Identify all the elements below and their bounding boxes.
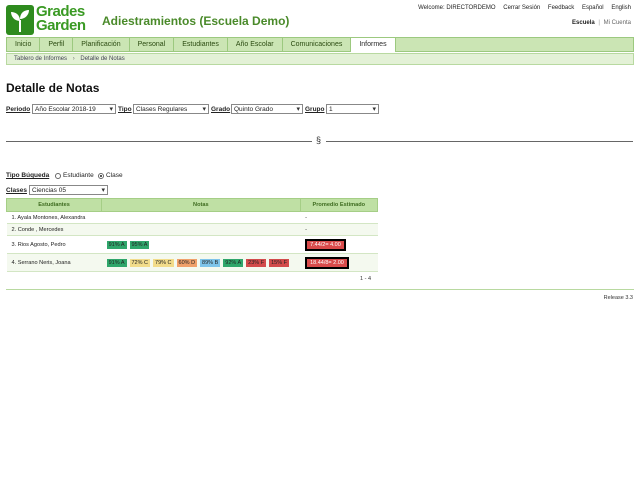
tab-personal[interactable]: Personal <box>130 38 175 51</box>
table-row: 4. Serrano Neris, Joana 91% A 72% C 79% C 60… <box>6 253 378 272</box>
tab-estudiantes[interactable]: Estudiantes <box>174 38 228 51</box>
grade-badge[interactable]: 95% A <box>129 240 150 249</box>
student-radio[interactable] <box>55 173 61 179</box>
logo-line-2: Garden <box>36 17 86 34</box>
class-label: Clases <box>6 187 27 194</box>
average-value[interactable]: 7.44/2= 4.00 <box>305 238 346 251</box>
page-title: Detalle de Notas <box>6 81 100 95</box>
grade-notes-cell <box>101 223 301 236</box>
notes-column-header: Notas <box>101 198 301 212</box>
breadcrumb-current: Detalle de Notas <box>80 56 125 62</box>
chevron-down-icon: ▾ <box>296 105 300 113</box>
table-row: 1. Ayala Montones, Alexandra - <box>6 211 378 224</box>
top-links: Welcome: DIRECTORDEMO Cerrar Sesión Feed… <box>412 5 631 11</box>
my-account-link[interactable]: Mi Cuenta <box>604 20 631 26</box>
average-cell: 7.44/2= 4.00 <box>300 235 378 254</box>
grades-garden-logo[interactable]: Grades Garden <box>6 4 96 35</box>
grado-label: Grado <box>211 106 231 113</box>
grade-badge[interactable]: 79% C <box>153 258 174 267</box>
class-radio[interactable] <box>98 173 104 179</box>
grade-badge[interactable]: 72% C <box>129 258 151 267</box>
breadcrumb-root[interactable]: Tablero de Informes <box>14 56 67 62</box>
average-value: - <box>305 226 307 233</box>
class-radio-label: Clase <box>106 172 123 179</box>
grade-badge[interactable]: 91% A <box>106 240 127 249</box>
english-link[interactable]: English <box>611 5 631 11</box>
average-value: - <box>305 214 307 221</box>
breadcrumb-separator: › <box>72 56 75 62</box>
feedback-link[interactable]: Feedback <box>548 5 574 11</box>
breadcrumb: Tablero de Informes › Detalle de Notas <box>6 53 634 65</box>
tipo-select[interactable]: Clases Regulares ▾ <box>133 104 209 114</box>
periodo-label: Periodo <box>6 106 31 113</box>
school-links-separator: | <box>598 20 600 26</box>
school-link[interactable]: Escuela <box>572 20 595 26</box>
periodo-select-value: Año Escolar 2018-19 <box>35 105 96 113</box>
toggle-filters-button[interactable]: § <box>316 135 321 145</box>
class-select[interactable]: Ciencias 05 ▾ <box>29 185 108 195</box>
school-links: Escuela | Mi Cuenta <box>572 20 631 26</box>
grades-table: Estudiantes Notas Promedio Estimado 1. A… <box>5 198 379 272</box>
grade-notes-cell: 91% A 95% A <box>101 235 301 254</box>
student-name: 3. Rios Agosto, Pedro <box>6 235 102 254</box>
grade-badge[interactable]: 23% F <box>246 258 267 267</box>
periodo-select[interactable]: Año Escolar 2018-19 ▾ <box>32 104 116 114</box>
search-type-label: Tipo Búqueda <box>6 172 50 179</box>
grupo-select[interactable]: 1 ▾ <box>326 104 379 114</box>
sprout-icon <box>6 5 34 35</box>
average-cell: - <box>300 223 378 236</box>
chevron-down-icon: ▾ <box>109 105 113 113</box>
student-name: 4. Serrano Neris, Joana <box>6 253 102 272</box>
average-value[interactable]: 18.44/8= 2.00 <box>305 256 349 269</box>
tab-comunicaciones[interactable]: Comunicaciones <box>283 38 352 51</box>
chevron-down-icon: ▾ <box>372 105 376 113</box>
table-header-row: Estudiantes Notas Promedio Estimado <box>5 198 379 212</box>
grade-notes-cell: 91% A 72% C 79% C 60% D 89% B 92% A 23% F 15% F <box>101 253 301 272</box>
tab-inicio[interactable]: Inicio <box>7 38 41 51</box>
average-column-header: Promedio Estimado <box>299 198 379 212</box>
logo-wordmark: Grades Garden <box>36 4 96 34</box>
student-name: 2. Conde , Mercedes <box>6 223 102 236</box>
grade-notes-cell <box>101 211 301 224</box>
bottom-divider <box>6 289 634 290</box>
table-row: 3. Rios Agosto, Pedro 91% A 95% A 7.44/2= 4… <box>6 235 378 254</box>
release-version: Release 3.3 <box>603 295 633 301</box>
student-radio-label: Estudiante <box>63 172 94 179</box>
spanish-link[interactable]: Español <box>582 5 604 11</box>
grupo-select-value: 1 <box>329 105 333 113</box>
tab-planificacion[interactable]: Planificación <box>73 38 130 51</box>
chevron-down-icon: ▾ <box>101 186 105 194</box>
tab-perfil[interactable]: Perfil <box>40 38 74 51</box>
tab-informes[interactable]: Informes <box>351 38 396 52</box>
chevron-down-icon: ▾ <box>202 105 206 113</box>
grade-badge[interactable]: 15% F <box>269 258 289 267</box>
class-select-value: Ciencias 05 <box>32 186 66 194</box>
grado-select[interactable]: Quinto Grado ▾ <box>231 104 303 114</box>
tipo-label: Tipo <box>118 106 132 113</box>
logout-link[interactable]: Cerrar Sesión <box>503 5 540 11</box>
grupo-label: Grupo <box>305 106 325 113</box>
table-row: 2. Conde , Mercedes - <box>6 223 378 236</box>
average-cell: - <box>300 211 378 224</box>
student-name: 1. Ayala Montones, Alexandra <box>6 211 102 224</box>
average-cell: 18.44/8= 2.00 <box>300 253 378 272</box>
tab-ano-escolar[interactable]: Año Escolar <box>228 38 283 51</box>
grado-select-value: Quinto Grado <box>234 105 274 113</box>
grade-badge[interactable]: 92% A <box>223 258 244 267</box>
divider-left <box>6 141 312 142</box>
welcome-text: Welcome: DIRECTORDEMO <box>418 5 496 11</box>
tipo-select-value: Clases Regulares <box>136 105 188 113</box>
grade-badge[interactable]: 60% D <box>176 258 198 267</box>
grade-badge[interactable]: 91% A <box>106 258 127 267</box>
pagination-info: 1 - 4 <box>360 276 372 282</box>
grade-badge[interactable]: 89% B <box>200 258 221 267</box>
students-column-header: Estudiantes <box>5 198 103 212</box>
app-title: Adiestramientos (Escuela Demo) <box>102 14 290 28</box>
main-nav: Inicio Perfil Planificación Personal Est… <box>6 37 634 52</box>
divider-right <box>326 141 633 142</box>
